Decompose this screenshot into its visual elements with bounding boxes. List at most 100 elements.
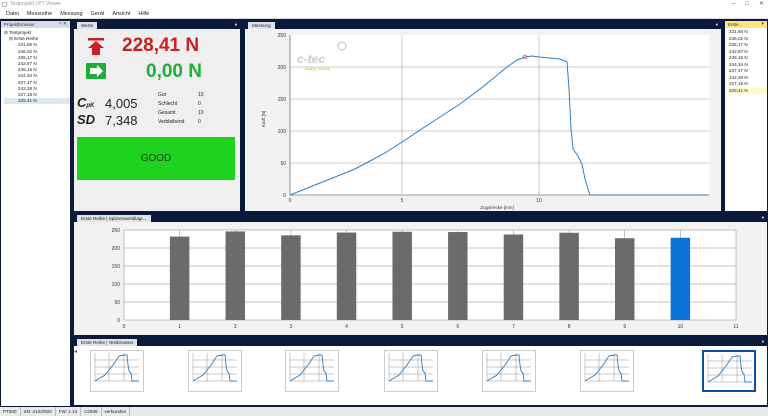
y-tick-label: 0 bbox=[283, 193, 286, 199]
tab-spitzenwertdiagramm[interactable]: Erste Reihe | Spitzenwertdiagr... bbox=[77, 215, 151, 222]
bar-9 bbox=[614, 238, 635, 320]
tree-root-label: Testprojekt bbox=[9, 30, 32, 35]
bar-y-tick-label: 250 bbox=[112, 228, 121, 234]
menu-hilfe[interactable]: Hilfe bbox=[138, 9, 149, 18]
werte-tabbar: Werte ▾ bbox=[74, 21, 240, 29]
bar-x-tick-label: 9 bbox=[623, 324, 626, 330]
tab-messung[interactable]: Messung bbox=[248, 22, 275, 29]
minimize-icon[interactable]: – bbox=[732, 0, 735, 9]
dropdown-icon[interactable]: ▾ bbox=[235, 21, 237, 29]
test-thumbnail[interactable] bbox=[285, 350, 339, 392]
status-serial: SN: 2103/000 bbox=[24, 407, 56, 416]
bar-x-tick-label: 6 bbox=[456, 324, 459, 330]
bar-5 bbox=[392, 231, 412, 320]
dropdown-icon[interactable]: ▾ bbox=[761, 21, 764, 28]
stat-value: 10 bbox=[198, 92, 204, 98]
stat-row-gut: Gut 10 bbox=[158, 91, 234, 100]
max-arrow-icon bbox=[88, 38, 104, 55]
dropdown-icon[interactable]: ▾ bbox=[762, 214, 764, 222]
test-thumbnail[interactable] bbox=[482, 350, 536, 392]
status-device: PT500 bbox=[3, 407, 21, 416]
stat-value: 10 bbox=[198, 110, 204, 116]
bar-plot-area bbox=[124, 230, 736, 320]
y-tick-label: 250 bbox=[278, 33, 287, 39]
pin-close-icon[interactable]: ᵖ ✕ bbox=[60, 21, 67, 28]
plot-area bbox=[290, 35, 709, 195]
bar-x-tick-label: 5 bbox=[401, 324, 404, 330]
menu-messreihe[interactable]: Messreihe bbox=[27, 9, 52, 18]
thumbnail-curve bbox=[486, 353, 531, 382]
bar-x-tick-label: 4 bbox=[345, 324, 348, 330]
test-thumbnail[interactable] bbox=[90, 350, 144, 392]
force-curve-chart: c-tec testing | training 0 50 100 150 20… bbox=[261, 33, 709, 210]
tab-testbrowser[interactable]: Erste Reihe | Testbrowser bbox=[77, 339, 138, 346]
cpk-label-sub: pK bbox=[86, 103, 95, 109]
messung-tabbar: Messung ▾ bbox=[245, 21, 721, 29]
y-axis-label: Kraft [N] bbox=[261, 111, 266, 128]
menu-ansicht[interactable]: Ansicht bbox=[112, 9, 130, 18]
max-force-value: 228,41 N bbox=[122, 35, 200, 56]
erste-list-title[interactable]: Erste... bbox=[728, 22, 743, 27]
bar-y-tick-label: 100 bbox=[112, 282, 121, 288]
cpk-label: CpK bbox=[77, 95, 94, 110]
dropdown-icon[interactable]: ▾ bbox=[762, 338, 764, 346]
status-port: COM6 bbox=[84, 407, 102, 416]
tree-item-selected[interactable]: 228,41 N bbox=[4, 98, 70, 105]
cpk-value: 4,005 bbox=[105, 96, 138, 111]
messung-panel: Messung ▾ c-tec testing | training 0 50 … bbox=[245, 21, 721, 211]
dropdown-icon[interactable]: ▾ bbox=[716, 21, 718, 29]
end-arrow-icon bbox=[86, 63, 106, 79]
bar-10 bbox=[670, 237, 691, 320]
menu-geraet[interactable]: Gerät bbox=[91, 9, 105, 18]
y-ticks: 0 50 100 150 200 250 bbox=[278, 33, 287, 199]
bar-6 bbox=[448, 232, 468, 320]
tab-werte[interactable]: Werte bbox=[77, 22, 98, 29]
thumbnail-curve bbox=[584, 353, 629, 382]
value-list: 231,66 N 246,02 N 235,17 N 242,87 N 245,… bbox=[725, 28, 767, 94]
x-tick-label: 5 bbox=[401, 198, 404, 204]
menu-datei[interactable]: Datei bbox=[6, 9, 19, 18]
bar-2 bbox=[225, 231, 246, 320]
test-thumbnail[interactable] bbox=[702, 350, 756, 392]
stat-value: 0 bbox=[198, 119, 201, 125]
menu-messung[interactable]: Messung bbox=[60, 9, 82, 18]
app-icon bbox=[2, 2, 7, 7]
bar-x-tick-label: 11 bbox=[733, 324, 738, 330]
stat-label: Gut bbox=[158, 92, 167, 98]
test-thumbnail[interactable] bbox=[580, 350, 634, 392]
y-tick-label: 200 bbox=[278, 65, 287, 71]
bar-x-tick-label: 3 bbox=[290, 324, 293, 330]
peak-bar-chart: 0 50 100 150 200 250 0 1 2 3 4 5 6 7 8 9 10 11 bbox=[112, 228, 739, 330]
stat-label: Verbleibend bbox=[158, 119, 185, 125]
test-thumbnail[interactable] bbox=[188, 350, 242, 392]
thumbnail-curve bbox=[289, 353, 334, 382]
testbrowser-tabbar: Erste Reihe | Testbrowser ▾ bbox=[74, 338, 767, 346]
bar-3 bbox=[281, 235, 301, 320]
value-list-item-selected[interactable]: 228,41 N bbox=[729, 87, 767, 94]
project-browser-title: Projektbrowser bbox=[4, 22, 35, 27]
cpk-label-text: C bbox=[77, 95, 87, 110]
bar-x-ticks: 0 1 2 3 4 5 6 7 8 9 10 11 bbox=[123, 324, 739, 330]
stat-label: Schlecht bbox=[158, 101, 178, 107]
bar-y-tick-label: 50 bbox=[114, 300, 120, 306]
bar-x-tick-label: 7 bbox=[512, 324, 515, 330]
x-axis-label: Zugstrecke [mm] bbox=[480, 205, 514, 210]
bar-y-ticks: 0 50 100 150 200 250 bbox=[112, 228, 121, 324]
logo-text: c-tec bbox=[297, 52, 325, 66]
stat-row-verbleibend: Verbleibend 0 bbox=[158, 118, 234, 127]
project-browser-panel: Projektbrowser ᵖ ✕ ⊟ Testprojekt ⊟ Erste… bbox=[1, 21, 70, 406]
bar-1 bbox=[169, 236, 190, 320]
maximize-icon[interactable]: □ bbox=[745, 0, 749, 9]
bar-x-tick-label: 10 bbox=[678, 324, 684, 330]
test-thumbnail[interactable] bbox=[384, 350, 438, 392]
close-icon[interactable]: ✕ bbox=[759, 0, 764, 9]
scroll-left-icon[interactable]: ◂ bbox=[74, 348, 79, 402]
y-tick-label: 100 bbox=[278, 129, 287, 135]
stats-table: Gut 10 Schlecht 0 Gesamt 10 Verbleibend 0 bbox=[158, 91, 234, 127]
bar-y-tick-label: 0 bbox=[117, 318, 120, 324]
window-title: Testprojekt | PT Viewer bbox=[10, 1, 62, 7]
thumbnail-curve bbox=[388, 353, 433, 382]
status-connection: verbunden bbox=[105, 407, 131, 416]
tree-series-label: Erste Reihe bbox=[14, 36, 39, 42]
project-tree: ⊟ Testprojekt ⊟ Erste Reihe 231,66 N 246… bbox=[1, 28, 70, 105]
